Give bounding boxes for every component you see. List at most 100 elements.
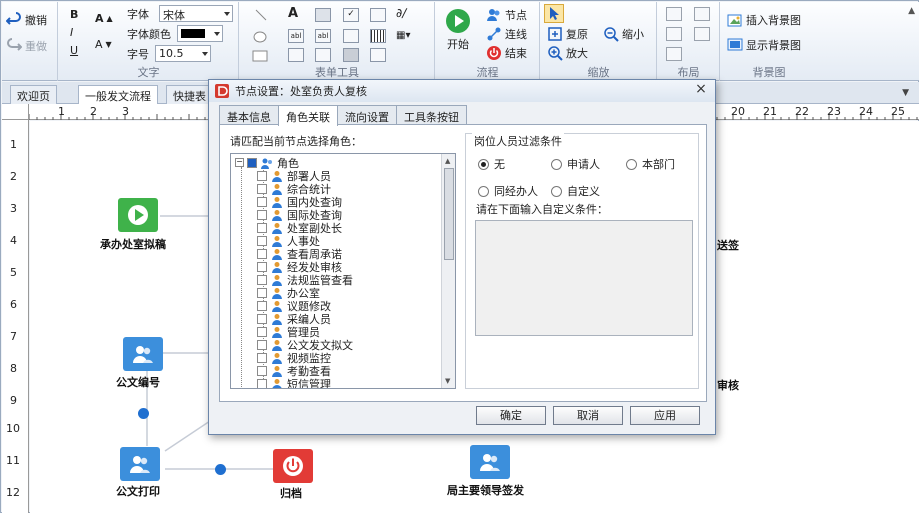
align-top-icon[interactable]: [694, 7, 710, 21]
zoom-in-button[interactable]: 放大: [547, 45, 588, 61]
tabs-dropdown-icon[interactable]: ▼: [902, 88, 909, 98]
grid-tool-icon[interactable]: [370, 48, 386, 62]
ellipse-tool-icon[interactable]: [252, 30, 268, 44]
role-checkbox[interactable]: [257, 300, 267, 311]
font-family-select[interactable]: 宋体: [159, 5, 233, 22]
image-tool-icon[interactable]: [315, 8, 331, 22]
scroll-up-icon[interactable]: ▲: [445, 157, 450, 165]
role-checkbox[interactable]: [257, 313, 267, 324]
text-tool-icon[interactable]: A: [288, 6, 298, 21]
signature-tool-icon[interactable]: ∂∕: [396, 6, 406, 20]
role-checkbox[interactable]: [257, 222, 267, 233]
role-tree[interactable]: − 角色 部署人员 综合统计 国内处查询 国际处查询 处室副处长 人事处 查看周承诺 经发处审…: [230, 153, 456, 389]
scrollbar-thumb[interactable]: [444, 168, 454, 260]
button-tool-icon[interactable]: [288, 48, 304, 62]
radio-same-handler[interactable]: 同经办人: [478, 183, 538, 199]
align-center-icon[interactable]: [666, 27, 682, 41]
textarea-tool-icon[interactable]: abl: [315, 29, 331, 43]
tree-scrollbar[interactable]: ▲ ▼: [441, 154, 455, 388]
zoom-out-button[interactable]: 缩小: [603, 26, 644, 42]
underline-button[interactable]: U: [70, 44, 78, 57]
rect-tool-icon[interactable]: [252, 50, 268, 62]
tab-toolbar-buttons[interactable]: 工具条按钮: [396, 105, 467, 125]
tab-welcome[interactable]: 欢迎页: [10, 85, 57, 104]
scroll-down-icon[interactable]: ▼: [445, 377, 450, 385]
tab-flow-settings[interactable]: 流向设置: [337, 105, 397, 125]
role-checkbox[interactable]: [257, 274, 267, 285]
root-checkbox[interactable]: [247, 157, 257, 168]
shrink-font-button[interactable]: A ▼: [95, 38, 112, 51]
connector-dot[interactable]: [215, 464, 226, 475]
role-checkbox[interactable]: [257, 235, 267, 246]
role-checkbox[interactable]: [257, 170, 267, 181]
user-icon: [272, 326, 282, 338]
tab-general-flow[interactable]: 一般发文流程: [78, 85, 158, 105]
distribute-icon[interactable]: [666, 47, 682, 61]
list-item[interactable]: 短信管理: [257, 377, 331, 388]
user-icon: [272, 365, 282, 377]
role-checkbox[interactable]: [257, 352, 267, 363]
print-node[interactable]: [120, 447, 160, 481]
cancel-button[interactable]: 取消: [553, 406, 623, 425]
role-checkbox[interactable]: [257, 378, 267, 388]
ruler-corner: [2, 104, 29, 120]
ruler-label: 8: [10, 362, 17, 375]
checkbox-tool-icon[interactable]: ✓: [343, 8, 359, 22]
node-button[interactable]: 节点: [486, 7, 527, 23]
radio-custom[interactable]: 自定义: [551, 183, 600, 199]
align-middle-icon[interactable]: [694, 27, 710, 41]
italic-button[interactable]: I: [70, 26, 73, 39]
role-checkbox[interactable]: [257, 326, 267, 337]
collapse-ribbon-icon[interactable]: ▲: [908, 6, 915, 16]
restore-button[interactable]: 复原: [547, 26, 588, 42]
align-left-icon[interactable]: [666, 7, 682, 21]
role-checkbox[interactable]: [257, 183, 267, 194]
input-tool-icon[interactable]: [315, 48, 331, 62]
ruler-label: 4: [10, 234, 17, 247]
role-checkbox[interactable]: [257, 196, 267, 207]
role-checkbox[interactable]: [257, 365, 267, 376]
archive-node[interactable]: [273, 449, 313, 483]
insert-background-button[interactable]: 插入背景图: [727, 12, 801, 28]
table-tool-icon[interactable]: [370, 8, 386, 22]
role-checkbox[interactable]: [257, 339, 267, 350]
radio-none[interactable]: 无: [478, 156, 505, 172]
leader-sign-node[interactable]: [470, 445, 510, 479]
radio-department[interactable]: 本部门: [626, 156, 675, 172]
grow-font-button[interactable]: A ▲: [95, 12, 113, 25]
collapse-icon[interactable]: −: [235, 158, 244, 167]
end-button[interactable]: 结束: [486, 45, 527, 61]
numbering-node[interactable]: [123, 337, 163, 371]
redo-button[interactable]: 重做: [6, 38, 47, 54]
role-checkbox[interactable]: [257, 248, 267, 259]
role-checkbox[interactable]: [257, 261, 267, 272]
select-tool-icon[interactable]: [343, 29, 359, 43]
barcode-tool-icon[interactable]: [370, 29, 386, 43]
connector-dot[interactable]: [138, 408, 149, 419]
close-icon[interactable]: ×: [693, 82, 709, 98]
partial-node-label: 送签: [717, 239, 739, 252]
apply-button[interactable]: 应用: [630, 406, 700, 425]
show-background-button[interactable]: 显示背景图: [727, 37, 801, 53]
start-button[interactable]: 开始: [445, 8, 471, 52]
custom-condition-textarea[interactable]: [475, 220, 693, 336]
textbox-tool-icon[interactable]: abl: [288, 29, 304, 43]
tab-quick-form[interactable]: 快捷表: [166, 85, 213, 104]
font-color-select[interactable]: [177, 25, 223, 42]
ok-button[interactable]: 确定: [476, 406, 546, 425]
pointer-button[interactable]: [544, 4, 564, 23]
draft-node[interactable]: [118, 198, 158, 232]
more-tools-icon[interactable]: ▦▾: [396, 30, 410, 41]
connect-button[interactable]: 连线: [486, 26, 527, 42]
line-tool-icon[interactable]: [254, 8, 268, 22]
tab-basic-info[interactable]: 基本信息: [219, 105, 279, 125]
picture-tool-icon[interactable]: [343, 48, 359, 62]
font-size-select[interactable]: 10.5: [155, 45, 211, 62]
undo-button[interactable]: 撤销: [6, 12, 47, 28]
role-checkbox[interactable]: [257, 287, 267, 298]
bold-button[interactable]: B: [70, 8, 78, 21]
role-checkbox[interactable]: [257, 209, 267, 220]
dialog-titlebar: 节点设置：处室负责人复核 ×: [209, 80, 715, 102]
radio-applicant[interactable]: 申请人: [551, 156, 600, 172]
tab-role-association[interactable]: 角色关联: [278, 105, 338, 126]
